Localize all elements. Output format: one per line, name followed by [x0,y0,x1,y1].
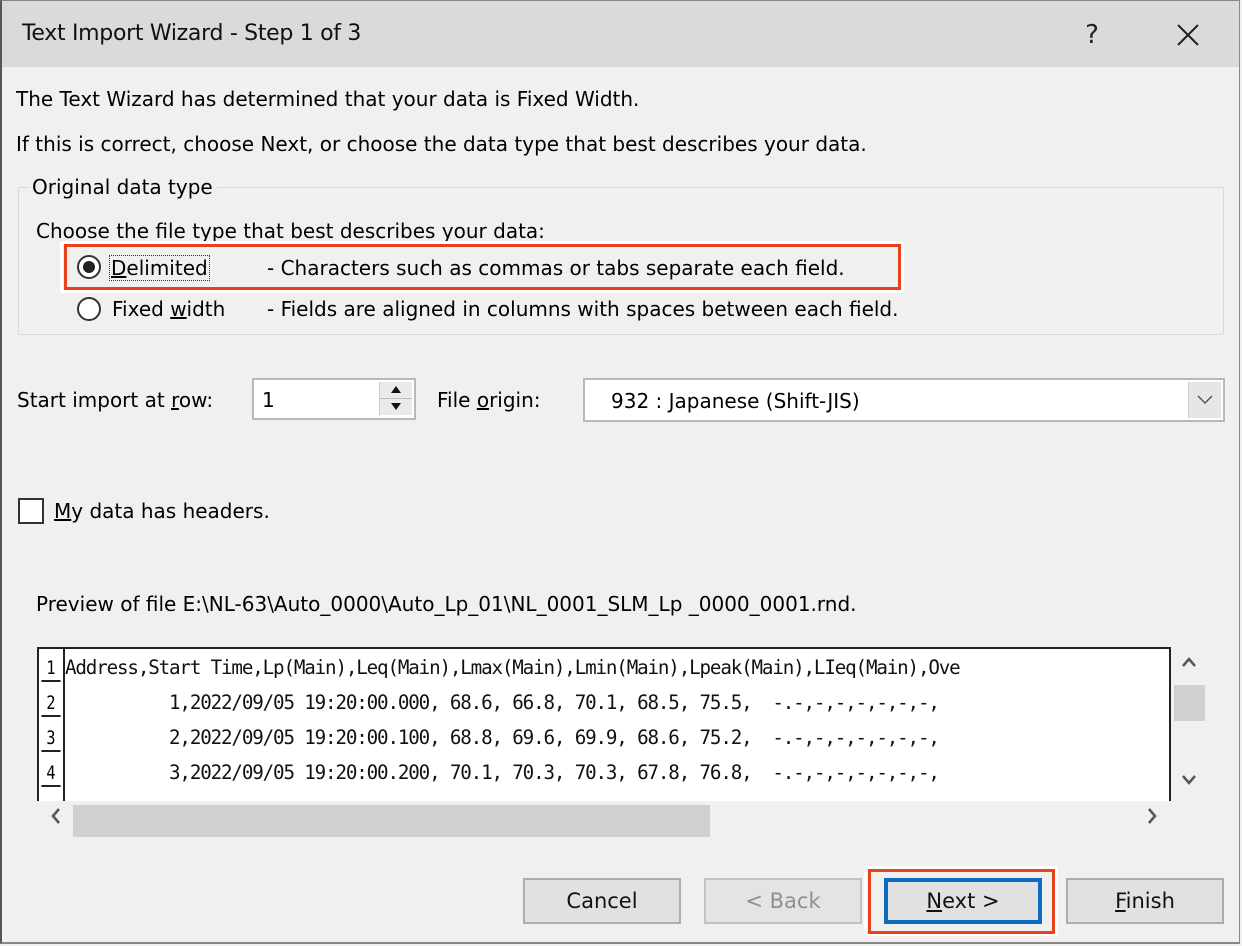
access-key: o [476,388,490,412]
help-button[interactable]: ? [1072,15,1112,55]
chevron-down-icon [1197,395,1213,405]
intro-line-1: The Text Wizard has determined that your… [16,87,640,111]
label-rest: ow: [178,388,214,412]
preview-row: Address,Start Time,Lp(Main),Leq(Main),Lm… [65,656,961,679]
file-origin-label: File origin: [437,388,541,412]
file-origin-value: 932 : Japanese (Shift-JIS) [611,389,860,413]
scroll-left-button[interactable] [43,807,69,833]
access-key: F [1115,889,1126,913]
preview-row: 3,2022/09/05 19:20:00.200, 70.1, 70.3, 7… [65,761,940,784]
headers-checkbox-label: My data has headers. [54,499,270,523]
access-key: M [54,499,72,523]
intro-line-2: If this is correct, choose Next, or choo… [16,132,867,156]
label-rest: idth [186,297,226,321]
spin-down-button[interactable] [380,399,412,415]
chevron-left-icon [51,808,60,824]
scroll-down-button[interactable] [1176,771,1202,797]
title-bar: Text Import Wizard - Step 1 of 3 ? [2,1,1239,67]
label-prefix: File [437,388,477,412]
label-rest: elimited [126,256,208,280]
next-button[interactable]: Next > [884,878,1042,924]
chevron-down-icon [1182,775,1196,785]
access-key: w [170,297,187,321]
scroll-right-button[interactable] [1139,807,1165,833]
start-row-spinner[interactable]: 1 [252,378,416,420]
help-icon: ? [1085,20,1099,50]
vertical-scroll-thumb[interactable] [1174,685,1205,721]
row-number: 1 [41,649,61,682]
preview-horizontal-scrollbar[interactable] [37,803,1171,837]
finish-button[interactable]: Finish [1066,878,1224,924]
cancel-button[interactable]: Cancel [523,878,681,924]
label-rest: rigin: [489,388,541,412]
horizontal-scroll-thumb[interactable] [73,805,710,837]
row-number: 4 [41,754,61,787]
chevron-up-icon [1182,657,1196,667]
spin-up-button[interactable] [380,382,412,399]
start-row-label: Start import at row: [17,388,213,412]
triangle-down-icon [391,403,401,410]
delimited-label-text: Delimited [109,255,210,281]
delimited-radio[interactable] [77,255,101,279]
access-key: D [111,256,127,280]
spinner-buttons [379,382,412,416]
label-prefix: Start import at [17,388,172,412]
chevron-right-icon [1148,808,1157,824]
text-import-wizard-dialog: Text Import Wizard - Step 1 of 3 ? The T… [0,0,1240,944]
start-row-input[interactable]: 1 [262,388,275,412]
scroll-up-button[interactable] [1176,653,1202,679]
headers-checkbox[interactable] [18,498,44,524]
row-number: 3 [41,719,61,752]
file-type-prompt: Choose the file type that best describes… [36,219,545,243]
preview-row: 2,2022/09/05 19:20:00.100, 68.8, 69.6, 6… [65,726,940,749]
preview-vertical-scrollbar[interactable] [1172,647,1206,801]
label-prefix: Fixed [112,297,171,321]
fixed-width-radio[interactable] [77,297,101,321]
back-button[interactable]: < Back [704,878,862,924]
label-rest: y data has headers. [71,499,270,523]
delimited-description: - Characters such as commas or tabs sepa… [267,256,845,280]
group-legend: Original data type [28,175,217,199]
file-preview: 1 2 3 4 Address,Start Time,Lp(Main),Leq(… [37,647,1171,801]
fixed-width-description: - Fields are aligned in columns with spa… [267,297,899,321]
button-label: ext > [942,889,1000,913]
preview-row: 1,2022/09/05 19:20:00.000, 68.6, 66.8, 7… [65,691,940,714]
triangle-up-icon [391,386,401,393]
file-origin-dropdown[interactable]: 932 : Japanese (Shift-JIS) [583,378,1225,422]
button-label: inish [1125,889,1175,913]
close-icon [1177,24,1199,46]
window-title: Text Import Wizard - Step 1 of 3 [22,21,362,46]
preview-caption: Preview of file E:\NL-63\Auto_0000\Auto_… [36,592,857,616]
row-number: 2 [41,684,61,717]
delimited-label: Delimited [109,255,210,281]
access-key: N [926,889,943,913]
close-button[interactable] [1168,15,1208,55]
radio-selected-dot [83,261,95,273]
dropdown-button[interactable] [1188,382,1221,418]
fixed-width-label: Fixed width [112,297,225,321]
access-key: r [171,388,179,412]
